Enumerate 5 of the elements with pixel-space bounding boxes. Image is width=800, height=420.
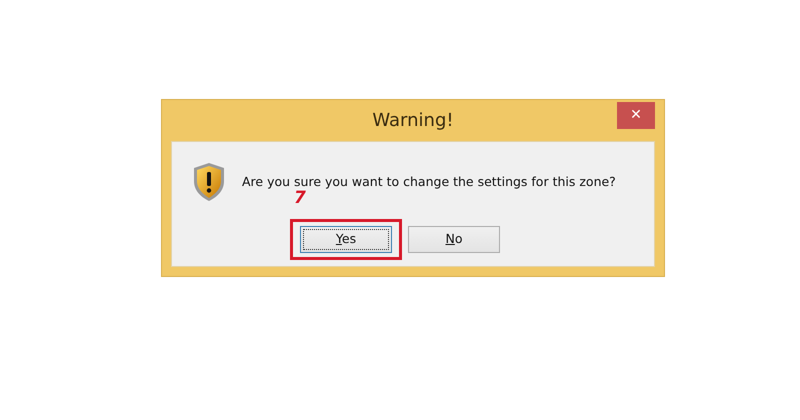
warning-shield-icon — [192, 162, 226, 202]
dialog-button[interactable]: Yes — [300, 226, 392, 253]
dialog-button[interactable]: No — [408, 226, 500, 253]
window-title: Warning! — [372, 109, 454, 133]
close-button[interactable]: ✕ — [617, 102, 655, 129]
